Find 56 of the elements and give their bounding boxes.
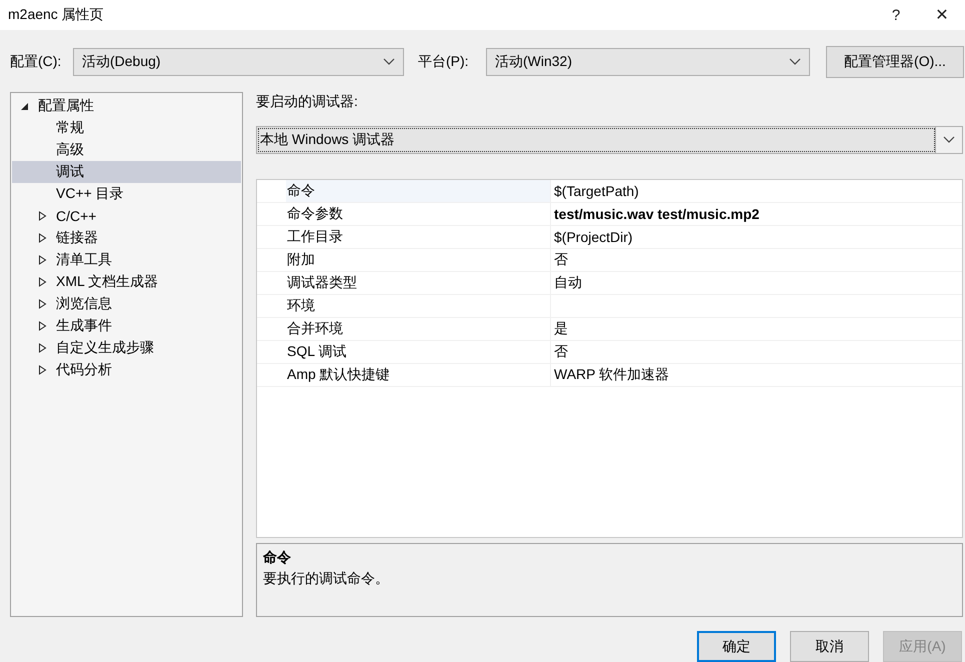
tree-item[interactable]: 常规 xyxy=(12,117,241,139)
config-label: 配置(C): xyxy=(10,53,62,71)
property-name[interactable]: 工作目录 xyxy=(286,226,551,248)
collapsed-triangle-icon[interactable] xyxy=(38,299,47,309)
tree-item[interactable]: 生成事件 xyxy=(12,315,241,337)
property-value[interactable]: 否 xyxy=(551,249,962,271)
property-value[interactable]: WARP 软件加速器 xyxy=(551,364,962,386)
tree-item[interactable]: 链接器 xyxy=(12,227,241,249)
collapsed-triangle-icon[interactable] xyxy=(38,321,47,331)
description-text: 要执行的调试命令。 xyxy=(263,570,390,588)
chevron-down-icon xyxy=(383,58,395,66)
config-dropdown[interactable]: 活动(Debug) xyxy=(73,48,404,76)
window-title: m2aenc 属性页 xyxy=(8,6,105,24)
property-value[interactable]: test/music.wav test/music.mp2 xyxy=(551,203,962,225)
tree-item[interactable]: VC++ 目录 xyxy=(12,183,241,205)
chevron-down-icon xyxy=(789,58,801,66)
collapsed-triangle-icon[interactable] xyxy=(38,365,47,375)
dialog-button[interactable]: 取消 xyxy=(790,631,869,662)
tree-item[interactable]: 调试 xyxy=(12,161,241,183)
tree-item[interactable]: 清单工具 xyxy=(12,249,241,271)
tree-item[interactable]: 自定义生成步骤 xyxy=(12,337,241,359)
property-name[interactable]: 调试器类型 xyxy=(286,272,551,294)
chevron-down-icon xyxy=(943,136,955,144)
tree-item[interactable]: 浏览信息 xyxy=(12,293,241,315)
description-title: 命令 xyxy=(263,549,292,567)
property-value[interactable]: $(ProjectDir) xyxy=(551,226,962,248)
platform-label: 平台(P): xyxy=(418,53,470,71)
collapsed-triangle-icon[interactable] xyxy=(38,233,47,243)
property-value[interactable]: $(TargetPath) xyxy=(551,180,962,202)
debugger-dropdown[interactable]: 本地 Windows 调试器 xyxy=(256,126,963,154)
debugger-label: 要启动的调试器: xyxy=(256,93,359,111)
property-name[interactable]: 命令 xyxy=(286,180,551,202)
dialog-button[interactable]: 确定 xyxy=(697,631,776,662)
help-button[interactable]: ? xyxy=(873,0,919,30)
collapsed-triangle-icon[interactable] xyxy=(38,211,47,221)
tree-item[interactable]: XML 文档生成器 xyxy=(12,271,241,293)
tree-item[interactable]: 高级 xyxy=(12,139,241,161)
platform-dropdown[interactable]: 活动(Win32) xyxy=(486,48,810,76)
property-value[interactable]: 否 xyxy=(551,341,962,363)
property-name[interactable]: 命令参数 xyxy=(286,203,551,225)
property-name[interactable]: Amp 默认快捷键 xyxy=(286,364,551,386)
expanded-triangle-icon[interactable] xyxy=(20,101,29,111)
property-name[interactable]: 环境 xyxy=(286,295,551,317)
property-name[interactable]: SQL 调试 xyxy=(286,341,551,363)
configuration-manager-button[interactable]: 配置管理器(O)... xyxy=(826,46,964,78)
property-value[interactable]: 是 xyxy=(551,318,962,340)
collapsed-triangle-icon[interactable] xyxy=(38,343,47,353)
property-value[interactable]: 自动 xyxy=(551,272,962,294)
property-name[interactable]: 合并环境 xyxy=(286,318,551,340)
tree-item[interactable]: C/C++ xyxy=(12,205,241,227)
collapsed-triangle-icon[interactable] xyxy=(38,255,47,265)
tree-item[interactable]: 配置属性 xyxy=(12,95,241,117)
property-name[interactable]: 附加 xyxy=(286,249,551,271)
collapsed-triangle-icon[interactable] xyxy=(38,277,47,287)
close-button[interactable]: ✕ xyxy=(919,0,965,30)
tree-item[interactable]: 代码分析 xyxy=(12,359,241,381)
